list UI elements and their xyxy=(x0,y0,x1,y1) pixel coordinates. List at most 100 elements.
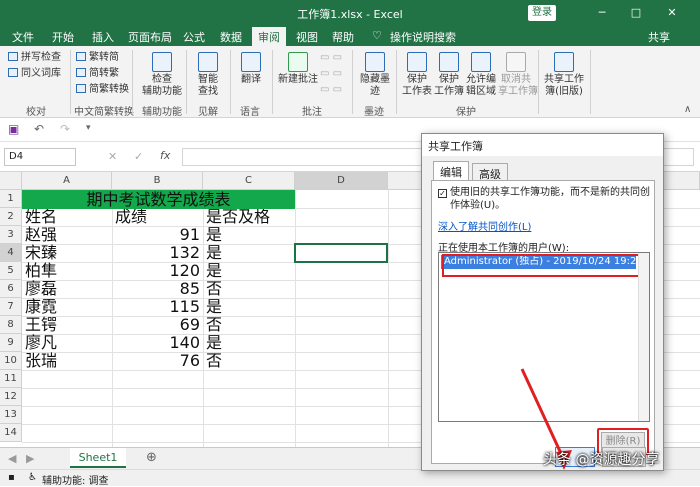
next-sheet-icon[interactable]: ▶ xyxy=(26,452,34,465)
macro-record-icon[interactable]: ▪ xyxy=(8,472,15,483)
table-cell[interactable]: 廖凡 xyxy=(25,334,109,352)
table-cell[interactable]: 120 xyxy=(115,262,200,280)
row-header[interactable]: 10 xyxy=(0,352,22,370)
table-cell[interactable]: 是 xyxy=(206,226,292,244)
table-cell[interactable]: 140 xyxy=(115,334,200,352)
row-header[interactable]: 13 xyxy=(0,406,22,424)
add-sheet-icon[interactable]: ⊕ xyxy=(146,450,157,465)
minimize-button[interactable]: ─ xyxy=(592,3,612,23)
table-cell[interactable]: 张瑞 xyxy=(25,352,109,370)
login-button[interactable]: 登录 xyxy=(528,5,556,21)
table-cell[interactable]: 115 xyxy=(115,298,200,316)
hide-ink-label-1: 隐藏墨 xyxy=(360,74,390,85)
prev-sheet-icon[interactable]: ◀ xyxy=(8,452,16,465)
tab-file[interactable]: 文件 xyxy=(12,29,34,45)
tab-view[interactable]: 视图 xyxy=(296,29,318,45)
column-header[interactable]: B xyxy=(112,172,203,190)
row-header[interactable]: 14 xyxy=(0,424,22,442)
protect-workbook-button[interactable]: 保护 工作簿 xyxy=(434,52,464,98)
column-header[interactable]: D xyxy=(295,172,388,190)
legacy-share-checkbox[interactable]: ✓ xyxy=(438,189,447,198)
tab-home[interactable]: 开始 xyxy=(52,29,74,45)
row-header[interactable]: 7 xyxy=(0,298,22,316)
customize-qat-icon[interactable]: ▾ xyxy=(86,123,91,133)
tab-edit[interactable]: 编辑 xyxy=(433,161,469,181)
row-header[interactable]: 8 xyxy=(0,316,22,334)
row-header[interactable]: 6 xyxy=(0,280,22,298)
collapse-ribbon-icon[interactable]: ∧ xyxy=(684,104,691,116)
select-all-corner[interactable] xyxy=(0,172,22,190)
spell-check-button[interactable]: 拼写检查 xyxy=(8,52,61,64)
table-cell[interactable]: 柏隼 xyxy=(25,262,109,280)
tab-help[interactable]: 帮助 xyxy=(332,29,354,45)
coauthoring-link[interactable]: 深入了解共同创作(L) xyxy=(438,218,531,233)
to-simp-button[interactable]: 简转繁 xyxy=(76,68,119,80)
name-box[interactable]: D4 xyxy=(4,148,76,166)
maximize-button[interactable]: □ xyxy=(626,3,646,23)
smart-lookup-button[interactable]: 智能 查找 xyxy=(194,52,222,98)
hide-ink-button[interactable]: 隐藏墨迹 xyxy=(358,52,392,98)
table-cell[interactable]: 是 xyxy=(206,334,292,352)
list-scrollbar[interactable] xyxy=(638,253,649,421)
table-cell[interactable]: 69 xyxy=(115,316,200,334)
row-header[interactable]: 11 xyxy=(0,370,22,388)
row-header[interactable]: 9 xyxy=(0,334,22,352)
sheet-title-cell[interactable]: 期中考试数学成绩表 xyxy=(22,190,295,209)
table-cell[interactable]: 是 xyxy=(206,262,292,280)
enter-icon[interactable]: ✓ xyxy=(134,150,143,163)
unshare-workbook-button[interactable]: 取消共 享工作簿 xyxy=(498,52,538,98)
table-cell[interactable]: 廖磊 xyxy=(25,280,109,298)
conv-button[interactable]: 简繁转换 xyxy=(76,84,129,96)
row-header[interactable]: 4 xyxy=(0,244,22,262)
to-trad-button[interactable]: 繁转简 xyxy=(76,52,119,64)
table-cell[interactable]: 否 xyxy=(206,352,292,370)
share-button[interactable]: 共享 xyxy=(648,29,670,45)
tab-review[interactable]: 审阅 xyxy=(252,27,286,46)
check-accessibility-button[interactable]: 检查 辅助功能 xyxy=(142,52,182,98)
share-workbook-legacy-button[interactable]: 共享工作 簿(旧版) xyxy=(542,52,586,98)
table-cell[interactable]: 赵强 xyxy=(25,226,109,244)
accessibility-status[interactable]: 辅助功能: 调查 xyxy=(42,472,109,487)
tab-data[interactable]: 数据 xyxy=(220,29,242,45)
tab-insert[interactable]: 插入 xyxy=(92,29,114,45)
row-header[interactable]: 1 xyxy=(0,190,22,208)
table-cell[interactable]: 91 xyxy=(115,226,200,244)
redo-icon[interactable]: ↷ xyxy=(60,122,70,136)
save-icon[interactable]: ▣ xyxy=(8,122,19,136)
table-cell[interactable]: 是 xyxy=(206,298,292,316)
allow-edit-ranges-button[interactable]: 允许编 辑区域 xyxy=(465,52,497,98)
tab-layout[interactable]: 页面布局 xyxy=(128,29,172,45)
table-cell[interactable]: 否 xyxy=(206,316,292,334)
table-cell[interactable]: 成绩 xyxy=(115,208,200,226)
sheet-tab-sheet1[interactable]: Sheet1 xyxy=(70,448,126,468)
tell-me-search[interactable]: 操作说明搜索 xyxy=(390,29,456,45)
table-cell[interactable]: 是 xyxy=(206,244,292,262)
tab-advanced[interactable]: 高级 xyxy=(472,163,508,181)
group-separator xyxy=(396,50,397,114)
table-cell[interactable]: 宋臻 xyxy=(25,244,109,262)
column-header[interactable]: C xyxy=(203,172,295,190)
row-header[interactable]: 2 xyxy=(0,208,22,226)
cancel-icon[interactable]: ✕ xyxy=(108,150,117,163)
row-header[interactable]: 3 xyxy=(0,226,22,244)
table-cell[interactable]: 是否及格 xyxy=(206,208,292,226)
undo-icon[interactable]: ↶ xyxy=(34,122,44,136)
table-cell[interactable]: 康霓 xyxy=(25,298,109,316)
fx-icon[interactable]: fx xyxy=(160,149,170,162)
active-cell-d4[interactable] xyxy=(294,243,388,263)
table-cell[interactable]: 132 xyxy=(115,244,200,262)
row-header[interactable]: 5 xyxy=(0,262,22,280)
table-cell[interactable]: 姓名 xyxy=(25,208,109,226)
table-cell[interactable]: 否 xyxy=(206,280,292,298)
new-comment-button[interactable]: 新建批注 xyxy=(278,52,318,86)
row-header[interactable]: 12 xyxy=(0,388,22,406)
table-cell[interactable]: 王锷 xyxy=(25,316,109,334)
close-button[interactable]: ✕ xyxy=(662,3,682,23)
protect-sheet-button[interactable]: 保护 工作表 xyxy=(400,52,434,98)
table-cell[interactable]: 76 xyxy=(115,352,200,370)
table-cell[interactable]: 85 xyxy=(115,280,200,298)
thesaurus-button[interactable]: 同义词库 xyxy=(8,68,61,80)
column-header[interactable]: A xyxy=(22,172,112,190)
translate-button[interactable]: 翻译 xyxy=(238,52,264,86)
tab-formulas[interactable]: 公式 xyxy=(183,29,205,45)
